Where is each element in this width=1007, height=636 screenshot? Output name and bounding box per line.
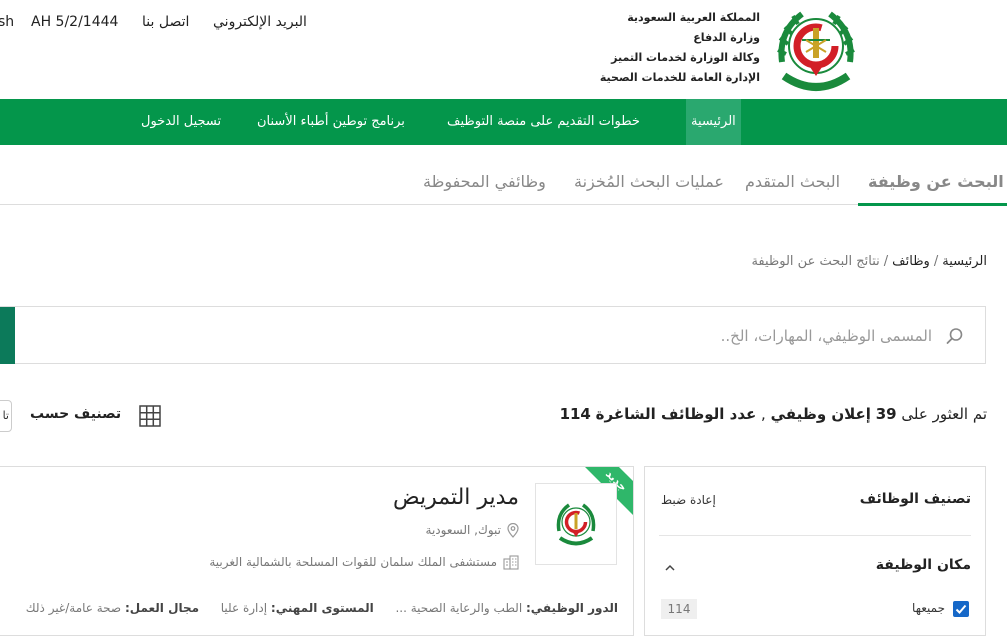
filter-panel: تصنيف الوظائف إعادة ضبط مكان الوظيفة جمي… — [644, 466, 986, 636]
sort-select[interactable]: تا — [0, 400, 12, 432]
breadcrumb: الرئيسية/وظائف/نتائج البحث عن الوظيفة — [751, 254, 987, 269]
nav-item-login[interactable]: تسجيل الدخول — [141, 99, 221, 145]
grid-view-icon[interactable] — [138, 404, 162, 428]
tab-saved-jobs[interactable]: وظائفي المحفوظة — [423, 160, 546, 203]
location-pin-icon — [507, 523, 519, 538]
location-filter-heading[interactable]: مكان الوظيفة — [876, 557, 971, 573]
breadcrumb-separator: / — [883, 254, 889, 269]
tab-saved-searches[interactable]: عمليات البحث المُخزنة — [574, 160, 724, 203]
all-locations-label[interactable]: جميعها — [912, 601, 945, 615]
search-submit-button[interactable] — [0, 307, 15, 364]
job-role-label: الدور الوظيفي: — [525, 601, 618, 615]
org-line-agency: وكالة الوزارة لخدمات التميز — [611, 51, 760, 64]
search-tabs: البحث عن وظيفة البحث المتقدم عمليات البح… — [0, 160, 1007, 206]
job-location-text: تبوك, السعودية — [425, 523, 501, 537]
nav-item-dentists-program[interactable]: برنامج توطين أطباء الأسنان — [257, 99, 405, 145]
org-line-ministry: وزارة الدفاع — [693, 31, 760, 44]
filter-divider — [659, 535, 971, 536]
vacancies-count: 114 — [559, 405, 591, 423]
tab-job-search[interactable]: البحث عن وظيفة — [858, 160, 1007, 206]
org-line-country: المملكة العربية السعودية — [627, 11, 760, 24]
breadcrumb-jobs[interactable]: وظائف — [892, 254, 930, 269]
job-card[interactable]: جديد مدير التمريض تبوك, السعودية مستشفى … — [0, 466, 634, 636]
job-location: تبوك, السعودية — [426, 523, 519, 538]
search-icon — [946, 328, 963, 344]
checkmark-icon — [955, 604, 967, 614]
job-level-label: المستوى المهني: — [270, 601, 374, 615]
chevron-up-icon[interactable] — [663, 561, 677, 575]
sort-label: تصنيف حسب — [30, 406, 122, 422]
all-locations-checkbox[interactable] — [953, 601, 969, 617]
search-box — [0, 306, 986, 365]
ads-count: 39 — [875, 405, 897, 423]
nav-item-home[interactable]: الرئيسية — [686, 99, 741, 145]
org-line-department: الإدارة العامة للخدمات الصحية — [599, 71, 760, 84]
hijri-date: AH 5/2/1444 — [31, 14, 119, 30]
vacancies-label: عدد الوظائف الشاغرة — [595, 405, 757, 423]
building-icon — [503, 555, 519, 570]
email-link[interactable]: البريد الإلكتروني — [213, 14, 307, 30]
tab-advanced-search[interactable]: البحث المتقدم — [745, 160, 840, 203]
top-links: sh AH 5/2/1444 اتصل بنا البريد الإلكترون… — [0, 14, 320, 34]
job-field-label: مجال العمل: — [124, 601, 200, 615]
main-navigation: الرئيسية خطوات التقديم على منصة التوظيف … — [0, 99, 1007, 145]
breadcrumb-separator: / — [933, 254, 939, 269]
breadcrumb-current: نتائج البحث عن الوظيفة — [751, 254, 880, 269]
breadcrumb-home[interactable]: الرئيسية — [942, 254, 987, 269]
ministry-emblem-icon[interactable] — [768, 2, 864, 98]
organization-name: المملكة العربية السعودية وزارة الدفاع وك… — [590, 8, 760, 88]
job-level-value: إدارة عليا — [220, 601, 268, 615]
results-separator: , — [761, 405, 766, 423]
job-field-value: صحة عامة/غير ذلك — [25, 601, 122, 615]
ads-label: إعلان وظيفي — [770, 405, 871, 423]
job-employer-text: مستشفى الملك سلمان للقوات المسلحة بالشما… — [209, 555, 497, 569]
job-employer: مستشفى الملك سلمان للقوات المسلحة بالشما… — [209, 555, 519, 570]
filter-title: تصنيف الوظائف — [859, 491, 971, 507]
job-title[interactable]: مدير التمريض — [393, 485, 519, 510]
results-prefix: تم العثور على — [901, 405, 987, 423]
employer-logo — [535, 483, 617, 565]
nav-item-application-steps[interactable]: خطوات التقديم على منصة التوظيف — [447, 99, 640, 145]
all-locations-count: 114 — [661, 599, 697, 619]
results-summary: تم العثور على 39 إعلان وظيفي , عدد الوظا… — [560, 405, 987, 423]
language-link[interactable]: sh — [0, 14, 14, 30]
ministry-emblem-icon — [556, 503, 596, 546]
job-role-value: الطب والرعاية الصحية ... — [395, 601, 523, 615]
filter-reset-button[interactable]: إعادة ضبط — [661, 493, 716, 507]
contact-us-link[interactable]: اتصل بنا — [142, 14, 189, 30]
search-input[interactable] — [40, 307, 934, 365]
job-details: الدور الوظيفي: الطب والرعاية الصحية ... … — [26, 601, 618, 615]
